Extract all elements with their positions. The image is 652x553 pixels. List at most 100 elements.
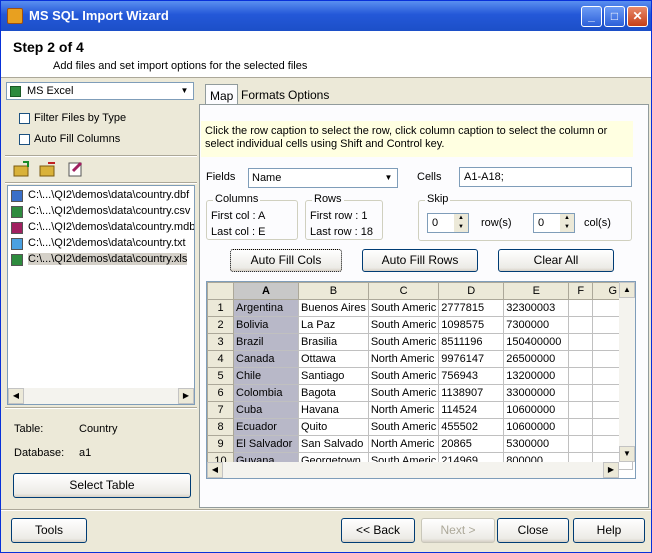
next-button[interactable]: Next >: [421, 518, 495, 543]
tools-button[interactable]: Tools: [11, 518, 87, 543]
grid-cell[interactable]: Quito: [298, 418, 369, 436]
grid-cell[interactable]: 150400000: [503, 333, 570, 351]
maximize-button[interactable]: □: [604, 6, 625, 27]
table-row[interactable]: 1 Argentina Buenos Aires South Americ 277781…: [207, 299, 634, 317]
grid-cell[interactable]: Cuba: [233, 401, 299, 419]
grid-cell[interactable]: 20865: [438, 435, 505, 453]
column-header[interactable]: B: [298, 282, 369, 300]
spin-up-icon[interactable]: ▲: [560, 214, 574, 223]
grid-cell[interactable]: North Americ: [367, 401, 440, 419]
grid-cell[interactable]: [568, 367, 594, 385]
edit-file-icon[interactable]: [67, 161, 85, 177]
chevron-down-icon[interactable]: ▼: [381, 171, 396, 185]
grid-cell[interactable]: 26500000: [503, 350, 570, 368]
row-header[interactable]: 8: [207, 418, 234, 436]
auto-fill-cols-button[interactable]: Auto Fill Cols: [230, 249, 342, 272]
spin-down-icon[interactable]: ▼: [454, 223, 468, 232]
fields-select[interactable]: Name ▼: [248, 168, 398, 188]
grid-cell[interactable]: South Americ: [367, 367, 440, 385]
title-bar[interactable]: MS SQL Import Wizard _ □ ✕: [1, 1, 651, 31]
table-row[interactable]: 6 Colombia Bagota South Americ 1138907 330000…: [207, 384, 634, 402]
grid-cell[interactable]: North Americ: [367, 435, 440, 453]
row-header[interactable]: 7: [207, 401, 234, 419]
grid-cell[interactable]: [568, 350, 594, 368]
scroll-up-icon[interactable]: ▲: [619, 282, 635, 298]
filter-files-checkbox[interactable]: [19, 113, 30, 124]
spin-up-icon[interactable]: ▲: [454, 214, 468, 223]
grid-cell[interactable]: 1138907: [438, 384, 505, 402]
grid-cell[interactable]: 32300003: [503, 299, 570, 317]
back-button[interactable]: << Back: [341, 518, 415, 543]
grid-cell[interactable]: Buenos Aires: [298, 299, 369, 317]
grid-cell[interactable]: 9976147: [438, 350, 505, 368]
grid-cell[interactable]: South Americ: [367, 418, 440, 436]
table-row[interactable]: 8 Ecuador Quito South Americ 455502 10600000: [207, 418, 634, 436]
row-header[interactable]: 1: [207, 299, 234, 317]
remove-file-icon[interactable]: [39, 161, 57, 177]
file-item[interactable]: C:\...\QI2\demos\data\country.dbf: [10, 188, 194, 204]
add-file-icon[interactable]: [13, 161, 31, 177]
table-row[interactable]: 4 Canada Ottawa North Americ 9976147 26500000: [207, 350, 634, 368]
auto-fill-columns-checkbox[interactable]: [19, 134, 30, 145]
format-select[interactable]: MS Excel ▼: [6, 82, 194, 100]
column-header[interactable]: C: [367, 282, 440, 300]
grid-cell[interactable]: Havana: [298, 401, 369, 419]
grid-cell[interactable]: El Salvador: [233, 435, 299, 453]
table-row[interactable]: 3 Brazil Brasilia South Americ 8511196 150400…: [207, 333, 634, 351]
grid-cell[interactable]: Canada: [233, 350, 299, 368]
grid-cell[interactable]: 455502: [438, 418, 505, 436]
grid-cell[interactable]: South Americ: [367, 333, 440, 351]
grid-cell[interactable]: 10600000: [503, 401, 570, 419]
scroll-left-icon[interactable]: ◀: [207, 462, 223, 478]
auto-fill-rows-button[interactable]: Auto Fill Rows: [362, 249, 478, 272]
grid-cell[interactable]: 1098575: [438, 316, 505, 334]
column-header[interactable]: D: [438, 282, 505, 300]
file-list-scrollbar[interactable]: ◀ ▶: [8, 388, 194, 404]
grid-cell[interactable]: 7300000: [503, 316, 570, 334]
table-row[interactable]: 9 El Salvador San Salvado North Americ 20865…: [207, 435, 634, 453]
spin-down-icon[interactable]: ▼: [560, 223, 574, 232]
grid-table[interactable]: ABCDEFG 1 Argentina Buenos Aires South Amer…: [207, 282, 634, 470]
grid-cell[interactable]: 5300000: [503, 435, 570, 453]
minimize-button[interactable]: _: [581, 6, 602, 27]
row-header[interactable]: 6: [207, 384, 234, 402]
grid-cell[interactable]: [568, 401, 594, 419]
grid-cell[interactable]: [568, 435, 594, 453]
file-item-selected[interactable]: C:\...\QI2\demos\data\country.xls: [10, 252, 194, 268]
grid-cell[interactable]: Ecuador: [233, 418, 299, 436]
grid-corner[interactable]: [207, 282, 234, 300]
grid-cell[interactable]: Bagota: [298, 384, 369, 402]
grid-cell[interactable]: [568, 333, 594, 351]
grid-cell[interactable]: Brasilia: [298, 333, 369, 351]
table-row[interactable]: 7 Cuba Havana North Americ 114524 10600000: [207, 401, 634, 419]
column-header[interactable]: A: [233, 282, 299, 300]
grid-cell[interactable]: Bolivia: [233, 316, 299, 334]
scroll-right-icon[interactable]: ▶: [178, 388, 194, 404]
close-window-button[interactable]: ✕: [627, 6, 648, 27]
grid-cell[interactable]: 114524: [438, 401, 505, 419]
grid-cell[interactable]: South Americ: [367, 316, 440, 334]
file-item[interactable]: C:\...\QI2\demos\data\country.txt: [10, 236, 194, 252]
row-header[interactable]: 3: [207, 333, 234, 351]
column-header[interactable]: E: [503, 282, 570, 300]
row-header[interactable]: 2: [207, 316, 234, 334]
grid-vertical-scrollbar[interactable]: ▲ ▼: [619, 282, 635, 462]
tab-formats[interactable]: Formats: [237, 84, 289, 104]
grid-cell[interactable]: 10600000: [503, 418, 570, 436]
grid-cell[interactable]: Santiago: [298, 367, 369, 385]
grid-cell[interactable]: La Paz: [298, 316, 369, 334]
column-header[interactable]: F: [568, 282, 594, 300]
skip-cols-spinner[interactable]: 0 ▲ ▼: [533, 213, 575, 233]
grid-cell[interactable]: 33000000: [503, 384, 570, 402]
select-table-button[interactable]: Select Table: [13, 473, 191, 498]
grid-cell[interactable]: 13200000: [503, 367, 570, 385]
grid-horizontal-scrollbar[interactable]: ◀ ▶: [207, 462, 619, 478]
tab-map[interactable]: Map: [205, 84, 239, 104]
grid-cell[interactable]: [568, 316, 594, 334]
grid-cell[interactable]: [568, 384, 594, 402]
scroll-down-icon[interactable]: ▼: [619, 446, 635, 462]
tab-options[interactable]: Options: [284, 84, 333, 104]
grid-cell[interactable]: Argentina: [233, 299, 299, 317]
grid-cell[interactable]: Ottawa: [298, 350, 369, 368]
file-item[interactable]: C:\...\QI2\demos\data\country.csv: [10, 204, 194, 220]
